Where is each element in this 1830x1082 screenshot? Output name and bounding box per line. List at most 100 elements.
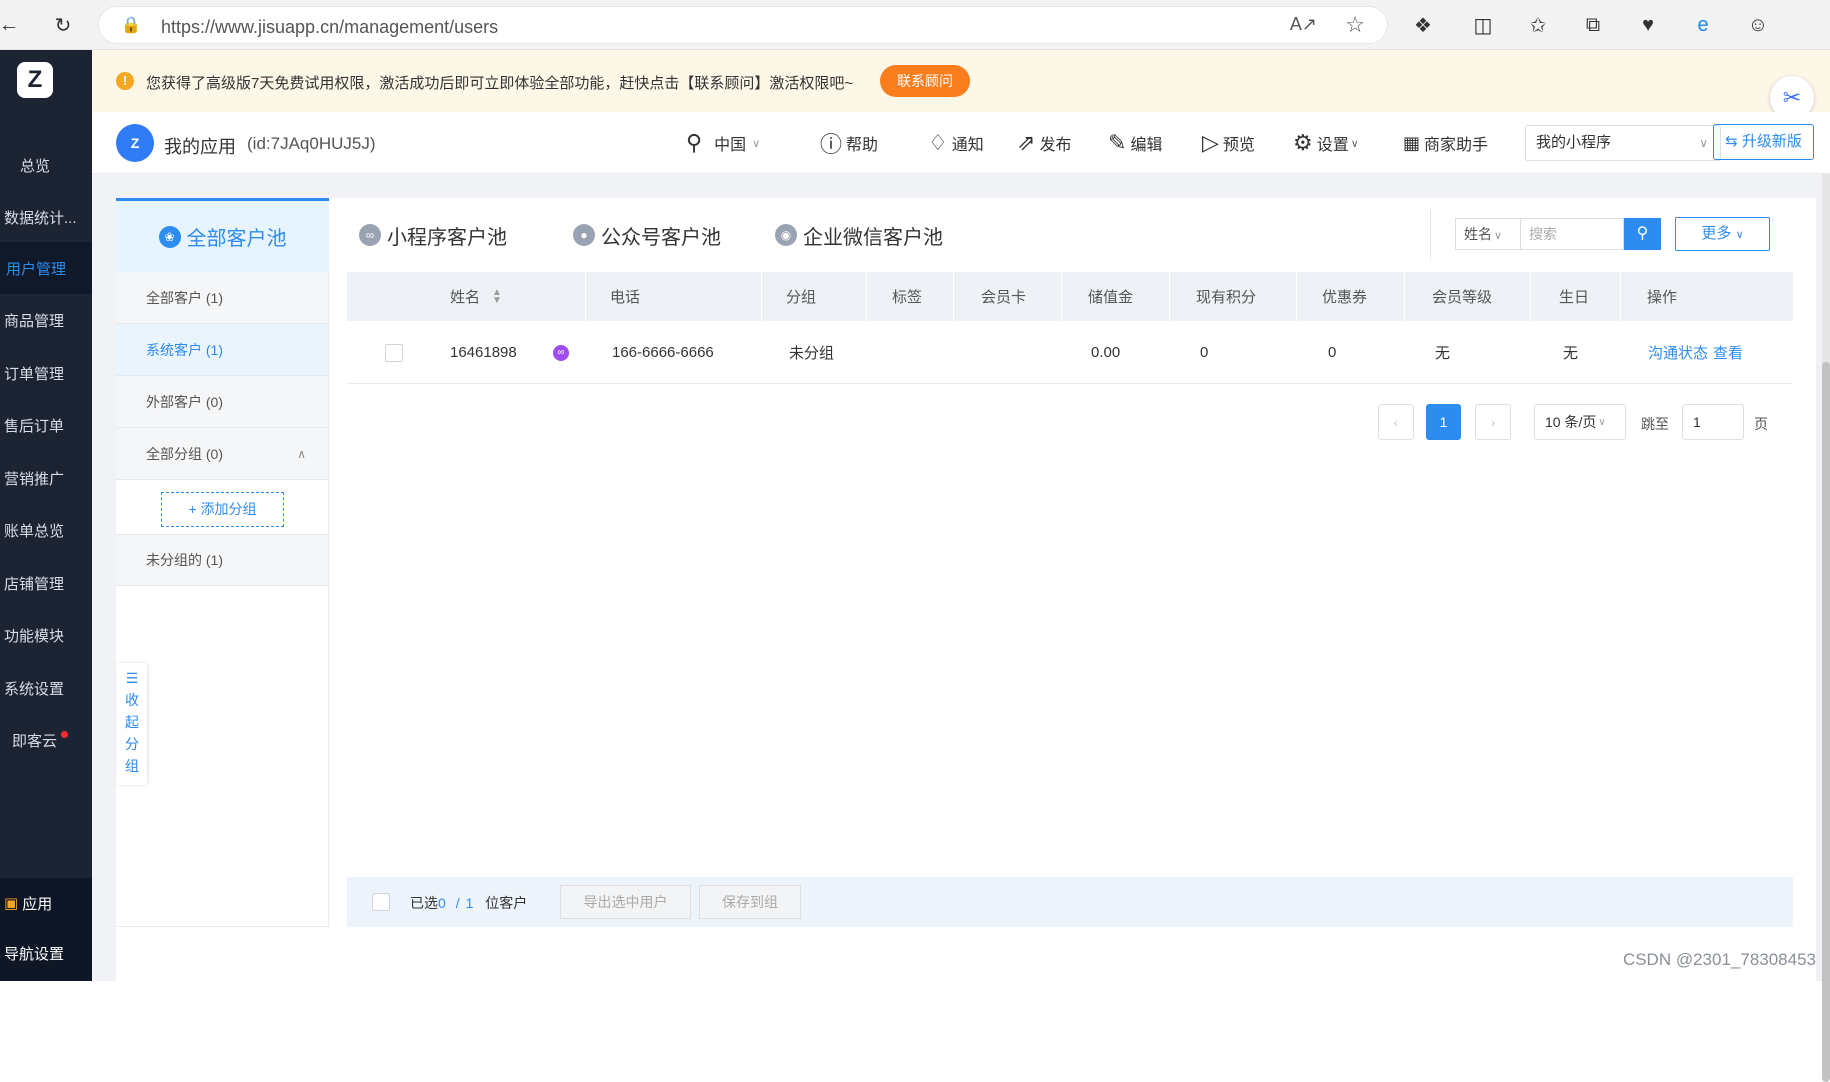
favorite-star-icon[interactable]: ☆: [1345, 12, 1365, 38]
view-link[interactable]: 查看: [1713, 342, 1743, 363]
chevron-down-icon: ∨: [1699, 136, 1708, 150]
collapse-char: 组: [125, 758, 139, 774]
table-header: 姓名 ▲ ▼ 电话 分组 标签 会员卡 储值金 现有积分 优惠券 会员等级 生日 操…: [347, 272, 1793, 321]
sidebar-item-jikeyun[interactable]: 即客云: [0, 714, 92, 766]
group-all-groups[interactable]: 全部分组 (0) ∧: [116, 428, 328, 480]
column-header-name[interactable]: 姓名 ▲ ▼: [347, 272, 586, 321]
table-row: 16461898 ∞ 166-6666-6666 未分组 0.00 0 0 无 …: [347, 321, 1793, 384]
collections-icon[interactable]: ⧉: [1578, 10, 1608, 40]
divider: [1430, 210, 1431, 260]
app-logo-icon[interactable]: Z: [17, 62, 53, 98]
sidebar-item-bills[interactable]: 账单总览: [0, 504, 92, 556]
more-button[interactable]: 更多 ∨: [1675, 217, 1770, 251]
publish-label: 发布: [1039, 137, 1072, 154]
chevron-up-icon[interactable]: ∧: [297, 447, 306, 461]
url-text: https://www.jisuapp.cn/management/users: [161, 17, 499, 37]
sidebar-item-store[interactable]: 店铺管理: [0, 557, 92, 609]
sidebar-item-orders[interactable]: 订单管理: [0, 347, 92, 399]
tab-all-pool[interactable]: ❀ 全部客户池: [116, 198, 329, 272]
scrollbar-thumb[interactable]: [1822, 362, 1830, 1082]
extensions-icon[interactable]: ❖: [1408, 10, 1438, 40]
checkbox[interactable]: [385, 343, 403, 362]
edit-button[interactable]: ✎ 编辑: [1108, 130, 1162, 156]
sidebar-item-marketing[interactable]: 营销推广: [0, 452, 92, 504]
back-icon[interactable]: ←: [0, 10, 24, 40]
sidebar-item-label: 售后订单: [4, 417, 65, 435]
notify-button[interactable]: ♢ 通知: [928, 130, 984, 156]
sidebar-item-overview[interactable]: 总览: [0, 139, 92, 191]
tab-official-pool[interactable]: ● 公众号客户池: [573, 198, 721, 272]
tab-miniprogram-pool[interactable]: ∞ 小程序客户池: [359, 198, 507, 272]
add-group-button[interactable]: + 添加分组: [161, 492, 284, 527]
group-system-customers[interactable]: 系统客户 (1): [116, 324, 328, 376]
communication-status-link[interactable]: 沟通状态: [1648, 342, 1708, 363]
browser-toolbar: ← ↻ 🔒 https://www.jisuapp.cn/management/…: [0, 0, 1830, 50]
row-checkbox[interactable]: [385, 321, 403, 384]
sidebar-item-aftersale[interactable]: 售后订单: [0, 399, 92, 451]
group-ungrouped[interactable]: 未分组的 (1): [116, 534, 328, 586]
play-icon: ▷: [1202, 130, 1219, 155]
sidebar-item-modules[interactable]: 功能模块: [0, 609, 92, 661]
column-header-group: 分组: [762, 272, 867, 321]
tab-wecom-pool[interactable]: ◉ 企业微信客户池: [775, 198, 943, 272]
sidebar-item-nav-settings[interactable]: 导航设置: [0, 928, 92, 978]
chevron-down-icon: ∨: [1350, 137, 1359, 150]
sort-icon[interactable]: ▲ ▼: [492, 287, 502, 305]
read-aloud-icon[interactable]: A↗: [1290, 14, 1317, 35]
next-page-button[interactable]: ›: [1475, 404, 1511, 440]
page-size-select[interactable]: 10 条/页 ∨: [1534, 404, 1626, 440]
collapse-groups-button[interactable]: ☰ 收 起 分 组: [117, 663, 147, 785]
scrollbar-track[interactable]: [1822, 174, 1830, 1082]
sidebar-item-label: 商品管理: [4, 312, 65, 330]
app-header: Z 我的应用 (id:7JAq0HUJ5J) ⚲ 中国 ∨ ⓘ 帮助 ♢ 通知 ⇗ 发布 …: [92, 112, 1830, 174]
sidebar-item-statistics[interactable]: 数据统计...: [0, 191, 92, 243]
edit-icon: ✎: [1108, 130, 1127, 155]
performance-icon[interactable]: ♥: [1633, 10, 1663, 40]
app-avatar[interactable]: Z: [116, 124, 154, 162]
address-bar[interactable]: 🔒 https://www.jisuapp.cn/management/user…: [98, 6, 1388, 44]
sidebar-item-apps[interactable]: ▣ 应用: [0, 878, 92, 928]
help-button[interactable]: ⓘ 帮助: [820, 130, 878, 157]
sidebar-item-system-settings[interactable]: 系统设置: [0, 662, 92, 714]
sidebar-item-label: 导航设置: [4, 945, 65, 963]
edge-icon[interactable]: e: [1688, 10, 1718, 40]
profile-icon[interactable]: ☺: [1743, 10, 1773, 40]
warning-icon: !: [116, 72, 134, 90]
save-to-group-button[interactable]: 保存到组: [699, 885, 801, 919]
app-type-select[interactable]: 我的小程序 ∨: [1525, 125, 1721, 161]
favorites-icon[interactable]: ✩: [1523, 10, 1553, 40]
split-screen-icon[interactable]: ◫: [1468, 10, 1498, 40]
search-button[interactable]: ⚲: [1624, 218, 1661, 250]
prev-page-button[interactable]: ‹: [1378, 404, 1414, 440]
group-external-customers[interactable]: 外部客户 (0): [116, 376, 328, 428]
chevron-down-icon: ∨: [1494, 230, 1503, 242]
search-field-select[interactable]: 姓名 ∨: [1455, 218, 1521, 250]
upgrade-button[interactable]: ⇆ 升级新版: [1713, 124, 1814, 160]
column-header-phone: 电话: [586, 272, 762, 321]
cell-balance: 0.00: [1091, 344, 1121, 361]
sidebar-item-products[interactable]: 商品管理: [0, 294, 92, 346]
goto-page-input[interactable]: 1: [1682, 404, 1744, 440]
reload-icon[interactable]: ↻: [48, 10, 78, 40]
sidebar-item-users[interactable]: 用户管理: [0, 242, 92, 294]
gear-icon: ⚙: [1293, 130, 1313, 155]
column-label: 分组: [786, 289, 817, 306]
publish-button[interactable]: ⇗ 发布: [1017, 130, 1071, 156]
menu-icon: ☰: [125, 670, 139, 686]
page-number-current[interactable]: 1: [1426, 404, 1461, 440]
contact-advisor-button[interactable]: 联系顾问: [880, 65, 970, 97]
preview-button[interactable]: ▷ 预览: [1202, 130, 1255, 156]
settings-button[interactable]: ⚙ 设置 ∨: [1293, 130, 1359, 156]
export-selected-button[interactable]: 导出选中用户: [560, 885, 691, 919]
select-all-checkbox[interactable]: [372, 893, 390, 911]
column-header-coupons: 优惠券: [1297, 272, 1405, 321]
group-all-customers[interactable]: 全部客户 (1): [116, 272, 328, 324]
merchant-assistant-button[interactable]: ▦ 商家助手: [1403, 130, 1488, 156]
column-label: 标签: [892, 289, 923, 306]
miniprogram-link-icon: ∞: [553, 344, 569, 361]
region-selector[interactable]: ⚲ 中国 ∨: [686, 130, 760, 156]
search-input[interactable]: 搜索: [1521, 218, 1624, 250]
sidebar-item-label: 数据统计...: [4, 209, 77, 227]
upgrade-label: 升级新版: [1741, 133, 1802, 150]
column-header-points: 现有积分: [1170, 272, 1297, 321]
